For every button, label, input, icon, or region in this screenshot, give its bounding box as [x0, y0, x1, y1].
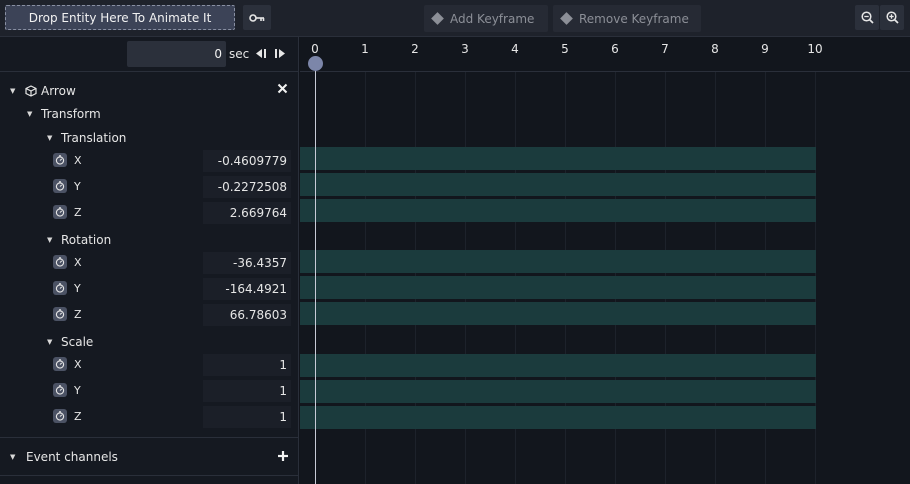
close-icon — [277, 83, 288, 94]
timeline-panel[interactable]: 0 1 2 3 4 5 6 7 8 9 10 — [300, 37, 910, 484]
add-event-channel-button[interactable] — [277, 450, 289, 465]
translation-z-field[interactable]: 2.669764 — [203, 202, 291, 224]
collapse-triangle-icon[interactable]: ▼ — [47, 134, 57, 142]
track-scale-z[interactable] — [300, 406, 816, 429]
remove-keyframe-button[interactable]: Remove Keyframe — [553, 5, 701, 32]
axis-label-y: Y — [74, 282, 81, 295]
tick-label: 4 — [511, 42, 519, 56]
collapse-triangle-icon[interactable]: ▼ — [10, 87, 20, 95]
track-rotation-z[interactable] — [300, 302, 816, 325]
add-keyframe-label: Add Keyframe — [450, 11, 535, 26]
keyframe-diamond-icon — [560, 12, 573, 25]
time-unit-label: sec — [229, 47, 250, 61]
tick-label: 8 — [711, 42, 719, 56]
plus-icon — [278, 451, 288, 461]
axis-label-y: Y — [74, 180, 81, 193]
track-translation-y[interactable] — [300, 173, 816, 196]
rotation-x-field[interactable]: -36.4357 — [203, 252, 291, 274]
group-name: Scale — [61, 335, 94, 349]
drop-entity-target[interactable]: Drop Entity Here To Animate It — [5, 5, 235, 30]
track-translation-z[interactable] — [300, 199, 816, 222]
time-ruler[interactable]: 0 1 2 3 4 5 6 7 8 9 10 — [300, 37, 910, 72]
entity-name: Arrow — [41, 84, 76, 98]
tick-label: 6 — [611, 42, 619, 56]
add-keyframe-button[interactable]: Add Keyframe — [424, 5, 548, 32]
tick-label: 1 — [361, 42, 369, 56]
track-scale-x[interactable] — [300, 354, 816, 377]
entity-row[interactable]: ▼ Arrow — [0, 79, 299, 103]
stopwatch-icon[interactable] — [53, 255, 67, 269]
tick-label: 5 — [561, 42, 569, 56]
stopwatch-icon[interactable] — [53, 281, 67, 295]
scale-x-field[interactable]: 1 — [203, 354, 291, 376]
event-channels-row[interactable]: ▼ Event channels — [0, 445, 299, 469]
next-frame-button[interactable] — [273, 46, 287, 60]
rotation-y-field[interactable]: -164.4921 — [203, 278, 291, 300]
axis-label-x: X — [74, 256, 82, 269]
stopwatch-icon[interactable] — [53, 179, 67, 193]
scale-y-field[interactable]: 1 — [203, 380, 291, 402]
track-rotation-x[interactable] — [300, 250, 816, 273]
previous-frame-button[interactable] — [254, 46, 268, 60]
group-row-translation[interactable]: ▼ Translation — [0, 126, 299, 150]
keyframe-diamond-icon — [431, 12, 444, 25]
collapse-triangle-icon[interactable]: ▼ — [47, 236, 57, 244]
step-back-icon — [256, 48, 266, 58]
stopwatch-icon[interactable] — [53, 383, 67, 397]
stopwatch-icon[interactable] — [53, 409, 67, 423]
collapse-triangle-icon[interactable]: ▼ — [10, 453, 20, 461]
divider — [0, 475, 299, 476]
track-rotation-y[interactable] — [300, 276, 816, 299]
tick-label: 3 — [461, 42, 469, 56]
group-row-rotation[interactable]: ▼ Rotation — [0, 228, 299, 252]
tick-label: 10 — [807, 42, 823, 56]
playhead-handle[interactable] — [308, 56, 323, 71]
group-name: Translation — [61, 131, 127, 145]
track-scale-y[interactable] — [300, 380, 816, 403]
zoom-in-icon — [885, 11, 899, 24]
collapse-triangle-icon[interactable]: ▼ — [27, 110, 37, 118]
toolbar: Drop Entity Here To Animate It Add Keyfr… — [0, 0, 910, 37]
step-forward-icon — [275, 48, 285, 58]
track-translation-x[interactable] — [300, 147, 816, 170]
stopwatch-icon[interactable] — [53, 205, 67, 219]
zoom-in-button[interactable] — [880, 5, 904, 30]
axis-label-z: Z — [74, 308, 82, 321]
divider — [0, 437, 299, 438]
scale-z-field[interactable]: 1 — [203, 406, 291, 428]
tick-label: 9 — [761, 42, 769, 56]
entity-cube-icon — [25, 85, 37, 97]
zoom-out-button[interactable] — [855, 5, 879, 30]
translation-y-field[interactable]: -0.2272508 — [203, 176, 291, 198]
key-icon — [249, 13, 265, 22]
tick-label: 0 — [311, 42, 319, 56]
playhead-line — [315, 63, 316, 484]
axis-label-x: X — [74, 358, 82, 371]
stopwatch-icon[interactable] — [53, 153, 67, 167]
stopwatch-icon[interactable] — [53, 357, 67, 371]
key-button[interactable] — [243, 5, 271, 30]
translation-x-field[interactable]: -0.4609779 — [203, 150, 291, 172]
tick-label: 2 — [411, 42, 419, 56]
zoom-out-icon — [860, 11, 874, 24]
event-channels-label: Event channels — [26, 450, 118, 464]
stopwatch-icon[interactable] — [53, 307, 67, 321]
axis-label-z: Z — [74, 206, 82, 219]
rotation-z-field[interactable]: 66.78603 — [203, 304, 291, 326]
axis-label-z: Z — [74, 410, 82, 423]
properties-panel: 0 sec ▼ Arrow ▼ Transform ▼ Translation … — [0, 37, 299, 484]
group-row-scale[interactable]: ▼ Scale — [0, 330, 299, 354]
current-time-input[interactable]: 0 — [127, 41, 226, 67]
collapse-triangle-icon[interactable]: ▼ — [47, 338, 57, 346]
component-name: Transform — [41, 107, 101, 121]
group-name: Rotation — [61, 233, 112, 247]
axis-label-x: X — [74, 154, 82, 167]
axis-label-y: Y — [74, 384, 81, 397]
remove-entity-button[interactable] — [277, 83, 288, 97]
tick-label: 7 — [661, 42, 669, 56]
time-controls: 0 sec — [0, 37, 299, 72]
component-row[interactable]: ▼ Transform — [0, 102, 299, 126]
remove-keyframe-label: Remove Keyframe — [579, 11, 689, 26]
